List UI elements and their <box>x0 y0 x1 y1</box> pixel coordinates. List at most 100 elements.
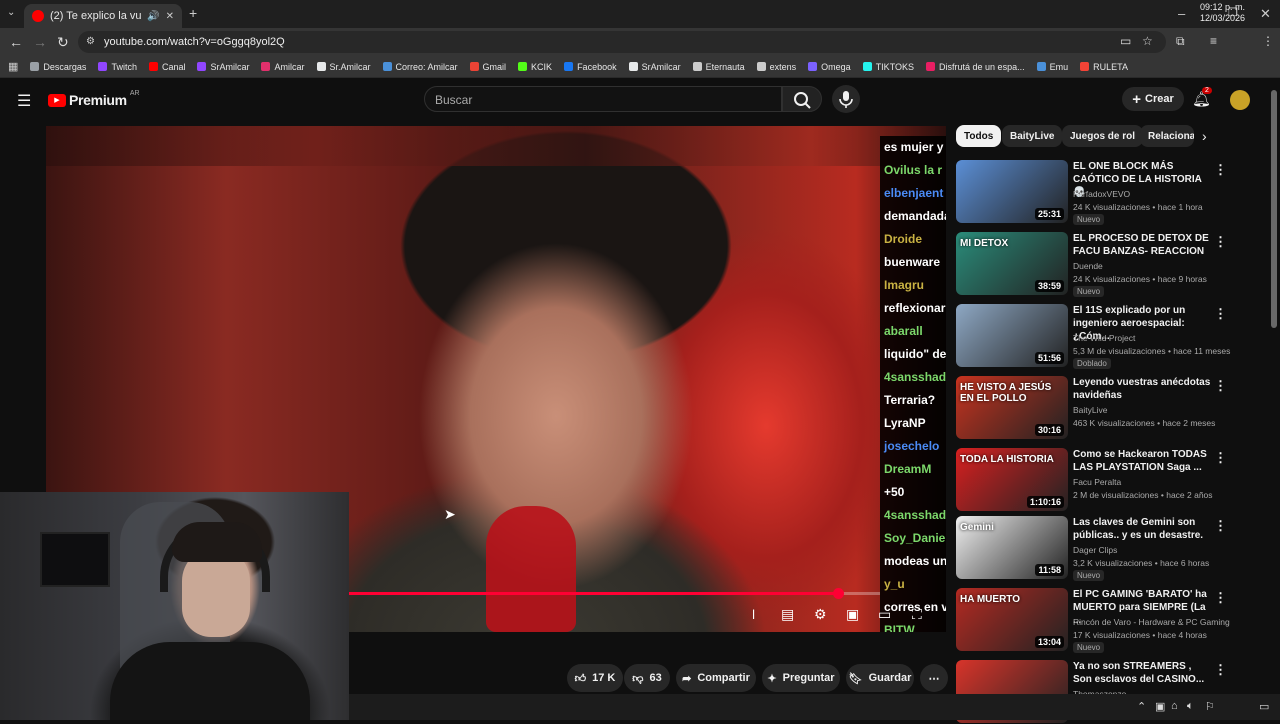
tray-app-icon[interactable]: ▣ <box>1155 700 1165 713</box>
close-tab-icon[interactable]: ✕ <box>166 11 174 22</box>
bookmark-item[interactable]: Disfrutá de un espa... <box>920 62 1031 72</box>
related-video-item[interactable]: HA MUERTO 13:04 El PC GAMING 'BARATO' ha M… <box>956 588 1234 653</box>
related-video-item[interactable]: HE VISTO A JESÚS EN EL POLLO 30:16 Leyendo… <box>956 376 1234 440</box>
settings-gear-icon[interactable]: ⚙ <box>814 606 827 623</box>
bookmark-item[interactable]: Omega <box>802 62 857 72</box>
video-thumbnail[interactable]: Gemini 11:58 <box>956 516 1068 579</box>
chip-juegos-de-rol[interactable]: Juegos de rol <box>1062 125 1144 147</box>
cast-icon[interactable]: ▭ <box>1120 34 1131 48</box>
notifications-button[interactable]: 🔔︎ 2 <box>1192 87 1212 109</box>
chip-relacionados[interactable]: Relaciona <box>1140 125 1194 147</box>
bookmark-item[interactable]: Sr.Amilcar <box>311 62 377 72</box>
chip-baitylive[interactable]: BaityLive <box>1002 125 1063 147</box>
close-window-icon[interactable]: ✕ <box>1260 6 1271 22</box>
video-thumbnail[interactable]: MI DETOX 38:59 <box>956 232 1068 295</box>
dislike-button[interactable]: 👎︎ 63 <box>624 664 670 692</box>
video-thumbnail[interactable]: 51:56 <box>956 304 1068 367</box>
site-info-icon[interactable]: ⚙ <box>86 36 95 47</box>
page-scrollbar[interactable] <box>1270 90 1278 690</box>
chip-todos[interactable]: Todos <box>956 125 1002 147</box>
like-button[interactable]: 👍︎ 17 K <box>567 664 623 692</box>
apps-grid-icon[interactable]: ▦ <box>8 60 24 73</box>
audio-playing-icon[interactable]: 🔊 <box>147 11 159 22</box>
minimize-icon[interactable]: – <box>1178 6 1185 21</box>
bookmark-item[interactable]: Twitch <box>92 62 143 72</box>
video-title[interactable]: Las claves de Gemini son públicas.. y es… <box>1073 516 1211 542</box>
more-options-icon[interactable]: ⋮ <box>1214 378 1227 394</box>
bookmark-item[interactable]: TIKTOKS <box>857 62 920 72</box>
share-button[interactable]: ➦ Compartir <box>676 664 756 692</box>
miniplayer-icon[interactable]: ▣ <box>846 606 859 623</box>
video-thumbnail[interactable]: 25:31 <box>956 160 1068 223</box>
save-button[interactable]: 🔖︎ Guardar <box>846 664 914 692</box>
video-title[interactable]: Ya no son STREAMERS , Son esclavos del C… <box>1073 660 1211 686</box>
video-thumbnail[interactable]: TODA LA HISTORIA 1:10:16 <box>956 448 1068 511</box>
bookmark-item[interactable]: Correo: Amilcar <box>377 62 464 72</box>
fullscreen-icon[interactable]: ⛶ <box>912 606 922 623</box>
bookmark-item[interactable]: Eternauta <box>687 62 751 72</box>
scrollbar-thumb[interactable] <box>1271 90 1277 328</box>
related-video-item[interactable]: TODA LA HISTORIA 1:10:16 Como se Hackearon… <box>956 448 1234 512</box>
video-progress-bar[interactable] <box>349 588 880 599</box>
network-icon[interactable]: ⌂ <box>1171 700 1178 712</box>
tab-search-icon[interactable]: ⌄ <box>7 7 15 18</box>
browser-menu-icon[interactable]: ⋮ <box>1262 34 1274 48</box>
subtitles-icon[interactable]: ▤ <box>781 606 794 623</box>
more-options-icon[interactable]: ⋮ <box>1214 662 1227 678</box>
chips-next-icon[interactable]: › <box>1202 128 1207 144</box>
back-icon[interactable]: ← <box>9 34 23 50</box>
notification-center-icon[interactable]: ▭ <box>1259 700 1269 713</box>
bookmark-item[interactable]: SrAmilcar <box>191 62 255 72</box>
forward-icon[interactable]: → <box>33 34 47 50</box>
more-actions-button[interactable]: ⋯ <box>920 664 948 692</box>
video-title[interactable]: Leyendo vuestras anécdotas navideñas <box>1073 376 1211 402</box>
bookmark-item[interactable]: Emu <box>1031 62 1075 72</box>
reload-icon[interactable]: ↻ <box>57 34 69 51</box>
more-options-icon[interactable]: ⋮ <box>1214 162 1227 178</box>
video-thumbnail[interactable]: HE VISTO A JESÚS EN EL POLLO 30:16 <box>956 376 1068 439</box>
more-options-icon[interactable]: ⋮ <box>1214 234 1227 250</box>
more-options-icon[interactable]: ⋮ <box>1214 590 1227 606</box>
search-button[interactable] <box>782 86 822 112</box>
related-video-item[interactable]: Gemini 11:58 Las claves de Gemini son públ… <box>956 516 1234 581</box>
ask-button[interactable]: ✦ Preguntar <box>762 664 840 692</box>
video-title[interactable]: Como se Hackearon TODAS LAS PLAYSTATION … <box>1073 448 1211 474</box>
account-avatar[interactable] <box>1230 90 1250 110</box>
url-text: youtube.com/watch?v=oGggq8yol2Q <box>104 36 285 48</box>
bookmark-item[interactable]: Facebook <box>558 62 623 72</box>
bookmark-star-icon[interactable]: ☆ <box>1142 34 1153 48</box>
more-options-icon[interactable]: ⋮ <box>1214 306 1227 322</box>
hamburger-menu-icon[interactable]: ☰ <box>17 91 31 111</box>
video-thumbnail[interactable]: HA MUERTO 13:04 <box>956 588 1068 651</box>
extensions-icon[interactable]: ⧉ <box>1176 34 1185 49</box>
progress-scrubber[interactable] <box>832 588 844 599</box>
autoplay-toggle-icon[interactable]: ⏽ <box>748 606 759 623</box>
cast-video-icon[interactable]: ▭ <box>878 606 891 623</box>
tray-language-icon[interactable]: ⚐ <box>1205 700 1215 713</box>
voice-search-button[interactable] <box>832 85 860 113</box>
bookmark-item[interactable]: Amilcar <box>255 62 310 72</box>
reading-list-icon[interactable]: ≡ <box>1210 34 1217 48</box>
related-video-item[interactable]: MI DETOX 38:59 EL PROCESO DE DETOX DE FACU… <box>956 232 1234 297</box>
related-video-item[interactable]: 25:31 EL ONE BLOCK MÁS CAÓTICO DE LA HIST… <box>956 160 1234 225</box>
bookmark-item[interactable]: KCIK <box>512 62 558 72</box>
bookmark-item[interactable]: extens <box>751 62 803 72</box>
bookmark-item[interactable]: Descargas <box>24 62 92 72</box>
browser-tab[interactable]: (2) Te explico la vulnerabilid 🔊 ✕ <box>24 4 182 28</box>
taskbar-clock[interactable]: 09:12 p. m. 12/03/2026 <box>1200 2 1245 24</box>
address-bar[interactable]: ⚙ youtube.com/watch?v=oGggq8yol2Q <box>78 31 1166 53</box>
bookmark-item[interactable]: RULETA <box>1074 62 1134 72</box>
bookmark-item[interactable]: Canal <box>143 62 192 72</box>
more-options-icon[interactable]: ⋮ <box>1214 450 1227 466</box>
volume-icon[interactable]: 🔈︎ <box>1187 700 1194 713</box>
tray-chevron-icon[interactable]: ⌃ <box>1137 700 1146 713</box>
bookmark-item[interactable]: Gmail <box>464 62 513 72</box>
new-tab-icon[interactable]: + <box>189 5 197 21</box>
search-input[interactable]: Buscar <box>424 86 782 112</box>
related-video-item[interactable]: 51:56 El 11S explicado por un ingeniero a… <box>956 304 1234 369</box>
create-button[interactable]: + Crear <box>1122 87 1184 111</box>
bookmark-item[interactable]: SrAmilcar <box>623 62 687 72</box>
youtube-logo[interactable]: ▶ Premium AR <box>48 90 140 108</box>
more-options-icon[interactable]: ⋮ <box>1214 518 1227 534</box>
video-title[interactable]: EL PROCESO DE DETOX DE FACU BANZAS- REAC… <box>1073 232 1211 258</box>
